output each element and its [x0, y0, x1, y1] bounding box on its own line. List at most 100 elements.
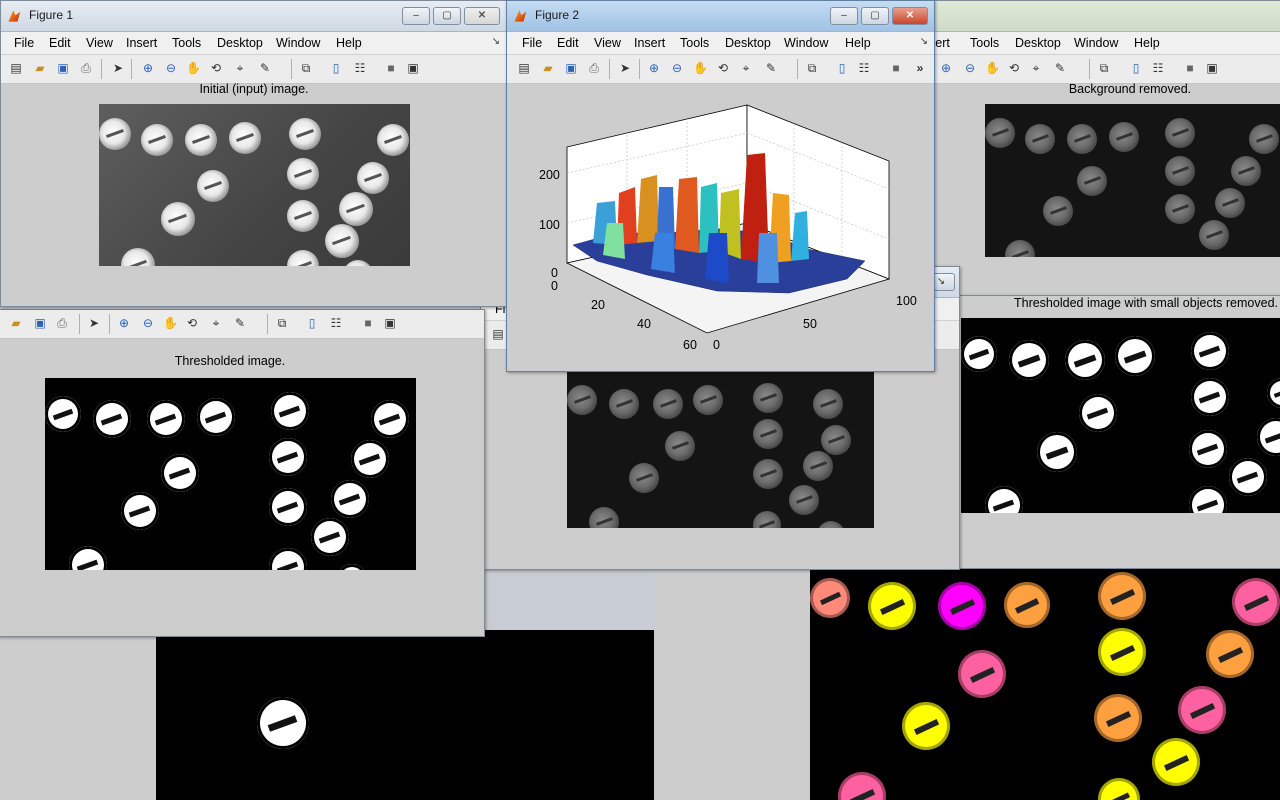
menu-window[interactable]: Window	[1074, 36, 1118, 50]
open-file-icon[interactable]: ▰	[541, 61, 555, 75]
print-icon[interactable]: ⎙	[587, 61, 601, 75]
coin-object	[753, 459, 783, 489]
new-figure-icon[interactable]: ▤	[491, 327, 505, 341]
coin-object	[1231, 156, 1261, 186]
legend-icon[interactable]: ☷	[329, 316, 343, 330]
menu-dock-arrow-icon[interactable]: ↘	[492, 36, 500, 47]
rotate-3d-icon[interactable]: ⟲	[1007, 61, 1021, 75]
data-cursor-icon[interactable]: ⌖	[739, 61, 753, 75]
show-plot-tools-icon[interactable]: ▣	[406, 61, 420, 75]
pan-icon[interactable]: ✋	[186, 61, 201, 75]
colorbar-icon[interactable]: ▯	[305, 316, 319, 330]
colorbar-icon[interactable]: ▯	[329, 61, 343, 75]
menu-window[interactable]: Window	[276, 36, 320, 50]
save-icon[interactable]: ▣	[564, 61, 578, 75]
link-plot-icon[interactable]: ⧉	[275, 316, 289, 330]
menu-view[interactable]: View	[594, 36, 621, 50]
colorbar-icon[interactable]: ▯	[835, 61, 849, 75]
window-background-removed[interactable]: sert Tools Desktop Window Help ⊕ ⊖ ✋ ⟲ ⌖…	[928, 0, 1280, 302]
print-icon[interactable]: ⎙	[55, 316, 69, 330]
data-cursor-icon[interactable]: ⌖	[1029, 61, 1043, 75]
rotate-3d-icon[interactable]: ⟲	[209, 61, 223, 75]
legend-icon[interactable]: ☷	[353, 61, 367, 75]
window-small-objects-removed[interactable]: Thresholded image with small objects rem…	[955, 295, 1280, 569]
close-button[interactable]: ✕	[892, 7, 928, 25]
show-plot-tools-icon[interactable]: ▣	[383, 316, 397, 330]
legend-icon[interactable]: ☷	[857, 61, 871, 75]
colorbar-icon[interactable]: ▯	[1129, 61, 1143, 75]
menu-window[interactable]: Window	[784, 36, 828, 50]
new-figure-icon[interactable]: ▤	[9, 61, 23, 75]
hide-plot-tools-icon[interactable]: ■	[1183, 61, 1197, 75]
menu-help[interactable]: Help	[845, 36, 871, 50]
menu-insert[interactable]: Insert	[126, 36, 157, 50]
rotate-3d-icon[interactable]: ⟲	[185, 316, 199, 330]
minimize-button[interactable]: –	[402, 7, 430, 25]
menu-file[interactable]: File	[522, 36, 542, 50]
menu-insert[interactable]: Insert	[634, 36, 665, 50]
zoom-out-icon[interactable]: ⊖	[164, 61, 178, 75]
brush-icon[interactable]: ✎	[258, 61, 272, 75]
link-plot-icon[interactable]: ⧉	[805, 61, 819, 75]
menu-help[interactable]: Help	[1134, 36, 1160, 50]
link-plot-icon[interactable]: ⧉	[299, 61, 313, 75]
pan-icon[interactable]: ✋	[163, 316, 178, 330]
hide-plot-tools-icon[interactable]: ■	[384, 61, 398, 75]
zoom-in-icon[interactable]: ⊕	[117, 316, 131, 330]
pan-icon[interactable]: ✋	[693, 61, 708, 75]
window-thresholded[interactable]: ▰ ▣ ⎙ ➤ ⊕ ⊖ ✋ ⟲ ⌖ ✎ ⧉ ▯ ☷ ■ ▣ Thresholde…	[0, 309, 485, 637]
minimize-button[interactable]: –	[830, 7, 858, 25]
hide-plot-tools-icon[interactable]: ■	[889, 61, 903, 75]
show-plot-tools-icon[interactable]: ▣	[1205, 61, 1219, 75]
title-bar[interactable]: Figure 1 – ▢ ✕	[1, 1, 506, 32]
save-icon[interactable]: ▣	[33, 316, 47, 330]
window-figure-1[interactable]: Figure 1 – ▢ ✕ File Edit View Insert Too…	[0, 0, 507, 307]
link-plot-icon[interactable]: ⧉	[1097, 61, 1111, 75]
menu-dock-arrow-icon[interactable]: ↘	[920, 36, 928, 47]
brush-icon[interactable]: ✎	[764, 61, 778, 75]
surface-plot[interactable]: 200 100 0 0 20 40 60 0 50 100	[507, 83, 932, 369]
title-bar[interactable]	[929, 1, 1280, 32]
zoom-out-icon[interactable]: ⊖	[141, 316, 155, 330]
coin-object	[351, 440, 389, 478]
edit-plot-icon[interactable]: ➤	[618, 61, 632, 75]
menu-edit[interactable]: Edit	[49, 36, 71, 50]
zoom-out-icon[interactable]: ⊖	[670, 61, 684, 75]
menu-desktop[interactable]: Desktop	[217, 36, 263, 50]
zoom-in-icon[interactable]: ⊕	[939, 61, 953, 75]
menu-view[interactable]: View	[86, 36, 113, 50]
open-file-icon[interactable]: ▰	[9, 316, 23, 330]
edit-plot-icon[interactable]: ➤	[87, 316, 101, 330]
edit-plot-icon[interactable]: ➤	[111, 61, 125, 75]
open-file-icon[interactable]: ▰	[33, 61, 47, 75]
hide-plot-tools-icon[interactable]: ■	[361, 316, 375, 330]
title-bar[interactable]: Figure 2 – ▢ ✕	[507, 1, 934, 32]
menu-tools[interactable]: Tools	[970, 36, 999, 50]
close-button[interactable]: ✕	[464, 7, 500, 25]
brush-icon[interactable]: ✎	[1053, 61, 1067, 75]
zoom-in-icon[interactable]: ⊕	[647, 61, 661, 75]
legend-icon[interactable]: ☷	[1151, 61, 1165, 75]
toolbar-overflow-button[interactable]: »	[913, 61, 927, 75]
y-tick-label: 100	[896, 294, 917, 308]
new-figure-icon[interactable]: ▤	[517, 61, 531, 75]
maximize-button[interactable]: ▢	[433, 7, 461, 25]
menu-file[interactable]: File	[14, 36, 34, 50]
window-figure-2[interactable]: Figure 2 – ▢ ✕ File Edit View Insert Too…	[506, 0, 935, 372]
menu-tools[interactable]: Tools	[172, 36, 201, 50]
rotate-3d-icon[interactable]: ⟲	[716, 61, 730, 75]
print-icon[interactable]: ⎙	[79, 61, 93, 75]
data-cursor-icon[interactable]: ⌖	[233, 61, 247, 75]
data-cursor-icon[interactable]: ⌖	[209, 316, 223, 330]
maximize-button[interactable]: ▢	[861, 7, 889, 25]
pan-icon[interactable]: ✋	[985, 61, 1000, 75]
zoom-out-icon[interactable]: ⊖	[963, 61, 977, 75]
brush-icon[interactable]: ✎	[233, 316, 247, 330]
save-icon[interactable]: ▣	[56, 61, 70, 75]
menu-tools[interactable]: Tools	[680, 36, 709, 50]
menu-help[interactable]: Help	[336, 36, 362, 50]
menu-desktop[interactable]: Desktop	[1015, 36, 1061, 50]
zoom-in-icon[interactable]: ⊕	[141, 61, 155, 75]
menu-desktop[interactable]: Desktop	[725, 36, 771, 50]
menu-edit[interactable]: Edit	[557, 36, 579, 50]
